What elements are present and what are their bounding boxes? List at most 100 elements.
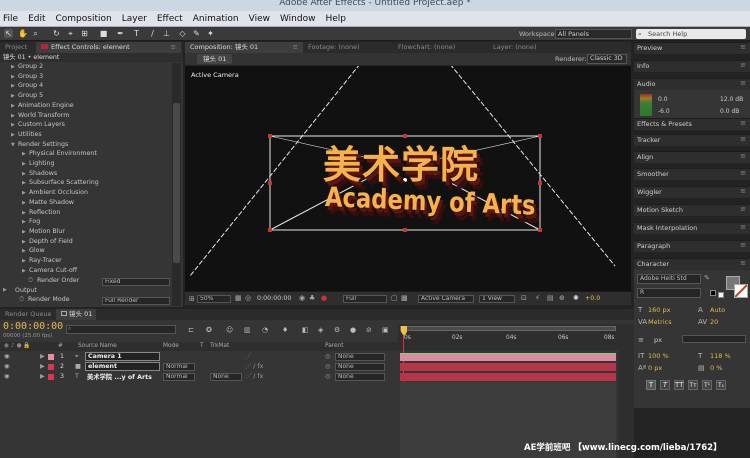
panel-menu-icon[interactable]: ≡ (740, 119, 746, 127)
disclosure-closed-icon[interactable]: ▶ (11, 64, 18, 70)
effect-scrollbar[interactable] (172, 63, 181, 306)
disclosure-closed-icon[interactable]: ▶ (11, 132, 18, 138)
panel-tracker[interactable]: Tracker ≡ (634, 134, 750, 146)
white-swatch[interactable] (718, 292, 724, 298)
disclosure-closed-icon[interactable]: ▶ (22, 268, 29, 274)
menu-view[interactable]: View (249, 14, 270, 24)
channel-icon[interactable]: ● (321, 294, 327, 302)
tab-composition[interactable]: Composition: 镜头 01 ≡ (185, 42, 303, 53)
effect-tree-item[interactable]: ▶ World Transform (11, 112, 69, 122)
panel-menu-icon[interactable]: ≡ (740, 223, 746, 231)
graph-editor-icon[interactable]: ◈ (318, 326, 323, 334)
timeline-icon[interactable]: ▤ (547, 294, 554, 302)
effect-tree-item[interactable]: ▶ Group 5 (11, 92, 43, 102)
panel-menu-icon[interactable]: ≡ (740, 259, 746, 267)
effect-tree-item[interactable]: ▶ Depth of Field (22, 238, 73, 248)
faux-italic-button[interactable]: T (660, 380, 670, 390)
panel-menu-icon[interactable]: ≡ (740, 152, 746, 160)
frame-blending-icon[interactable]: ▥ (244, 326, 251, 334)
baseline-shift-value[interactable]: 0 px (648, 364, 662, 372)
menu-window[interactable]: Window (280, 14, 316, 24)
stopwatch-icon[interactable]: ⏱ (19, 296, 24, 304)
show-snapshot-icon[interactable]: ♣ (309, 294, 315, 302)
effect-tree-item[interactable]: ▶ Utilities (11, 131, 42, 141)
chart-icon[interactable]: ▣ (382, 326, 389, 334)
comp-subtab[interactable]: 镜头 01 (197, 54, 233, 64)
tsume-value[interactable]: 0 % (710, 364, 722, 372)
composition-viewer[interactable]: Active Camera 美术学院 Academy of Arts (185, 66, 631, 291)
layer-mode-select[interactable]: Normal (163, 373, 195, 381)
toggle-pixel-icon[interactable]: ⊡ (521, 294, 527, 302)
layer-switches-icon[interactable]: ⋰ (245, 353, 251, 360)
disclosure-closed-icon[interactable]: ▶ (11, 122, 18, 128)
effect-tree-item[interactable]: ▶ Camera Cut-off (22, 267, 77, 277)
camera-tool-icon[interactable]: ⌖ (66, 29, 75, 38)
panel-motion-sketch[interactable]: Motion Sketch ≡ (634, 204, 750, 216)
magnification-select[interactable]: 50% (197, 295, 231, 303)
visibility-eye-icon[interactable]: ◉ (4, 373, 10, 380)
disclosure-closed-icon[interactable]: ▶ (22, 258, 29, 264)
work-area-bar[interactable] (400, 326, 616, 331)
selection-tool-icon[interactable]: ↖ (4, 29, 13, 38)
fast-preview-icon[interactable]: ⚡ (535, 294, 540, 302)
disclosure-closed-icon[interactable]: ▶ (11, 83, 18, 89)
zoom-tool-icon[interactable]: ⌕ (31, 29, 40, 38)
grid-icon[interactable]: ⊞ (189, 295, 195, 303)
layer-switches-icon[interactable]: ⋰ / fx (245, 373, 263, 380)
exposure-icon[interactable]: ✺ (573, 294, 579, 302)
effect-tree-item[interactable]: ▶ Group 2 (11, 63, 43, 73)
parent-select[interactable]: None (335, 353, 385, 361)
disclosure-closed-icon[interactable]: ▶ (22, 229, 29, 235)
leading-value[interactable]: Auto (710, 306, 725, 314)
layer-row[interactable]: ◉ ▶ 3 T 美术学院 ...y of Arts Normal None ⋰ / fx ◎ No… (0, 372, 618, 382)
render-order-select[interactable]: Fixed (102, 278, 170, 286)
panel-menu-icon[interactable]: ≡ (740, 43, 746, 51)
panel-character[interactable]: Character ≡ (634, 258, 750, 270)
panel-info[interactable]: Info ≡ (634, 60, 750, 72)
disclosure-closed-icon[interactable]: ▶ (22, 248, 29, 254)
brush-tool-icon[interactable]: / (148, 29, 157, 38)
panel-menu-icon[interactable]: ≡ (740, 135, 746, 143)
tab-render-queue[interactable]: Render Queue (0, 309, 56, 320)
effect-tree-item[interactable]: ▶ Motion Blur (22, 228, 65, 238)
mask-icon[interactable]: ◎ (245, 294, 251, 302)
disclosure-closed-icon[interactable]: ▶ (11, 103, 18, 109)
pickwhip-icon[interactable]: ◎ (325, 353, 331, 360)
disclosure-open-icon[interactable]: ▼ (11, 142, 18, 148)
expand-layer-icon[interactable]: ▶ (40, 363, 45, 370)
menu-help[interactable]: Help (325, 14, 346, 24)
font-family-select[interactable]: Adobe Heiti Std (637, 274, 701, 284)
panel-effects-presets[interactable]: Effects & Presets ≡ (634, 118, 750, 130)
effect-tree-item[interactable]: ▶ Ray-Tracer (22, 257, 62, 267)
menu-edit[interactable]: Edit (28, 14, 45, 24)
stroke-color-swatch[interactable] (734, 284, 748, 298)
stroke-type-select[interactable] (682, 335, 746, 343)
layer-trkmat-select[interactable]: None (210, 373, 242, 381)
eraser-tool-icon[interactable]: ◇ (178, 29, 187, 38)
motion-blur-icon[interactable]: ◔ (262, 326, 268, 334)
menu-composition[interactable]: Composition (56, 14, 112, 24)
layer-mode-select[interactable]: Normal (163, 363, 195, 371)
eyedropper-icon[interactable]: ✎ (704, 274, 710, 282)
effect-tree-item[interactable]: ▶ Shadows (22, 170, 57, 180)
pickwhip-icon[interactable]: ◎ (325, 363, 331, 370)
faux-bold-button[interactable]: T (646, 380, 656, 390)
subscript-button[interactable]: T₁ (716, 380, 726, 390)
font-size-value[interactable]: 160 px (648, 306, 670, 314)
expand-layer-icon[interactable]: ▶ (40, 353, 45, 360)
effect-tree-item[interactable]: ▶ Fog (22, 218, 40, 228)
disclosure-closed-icon[interactable]: ▶ (22, 239, 29, 245)
panel-mask-interpolation[interactable]: Mask Interpolation ≡ (634, 222, 750, 234)
roto-brush-icon[interactable]: ✎ (192, 29, 201, 38)
disclosure-closed-icon[interactable]: ▶ (11, 93, 18, 99)
panel-menu-icon[interactable]: ≡ (740, 187, 746, 195)
menu-animation[interactable]: Animation (193, 14, 239, 24)
panel-menu-icon[interactable]: ≡ (740, 205, 746, 213)
panel-smoother[interactable]: Smoother ≡ (634, 168, 750, 180)
blur-icon[interactable]: ● (350, 326, 356, 334)
label-color-swatch[interactable] (48, 354, 54, 360)
pan-behind-tool-icon[interactable]: ⊞ (80, 29, 89, 38)
disclosure-closed-icon[interactable]: ▶ (22, 151, 29, 157)
exposure-value[interactable]: +0.0 (585, 295, 600, 302)
effect-tree-item[interactable]: ▶ Physical Environment (22, 150, 97, 160)
